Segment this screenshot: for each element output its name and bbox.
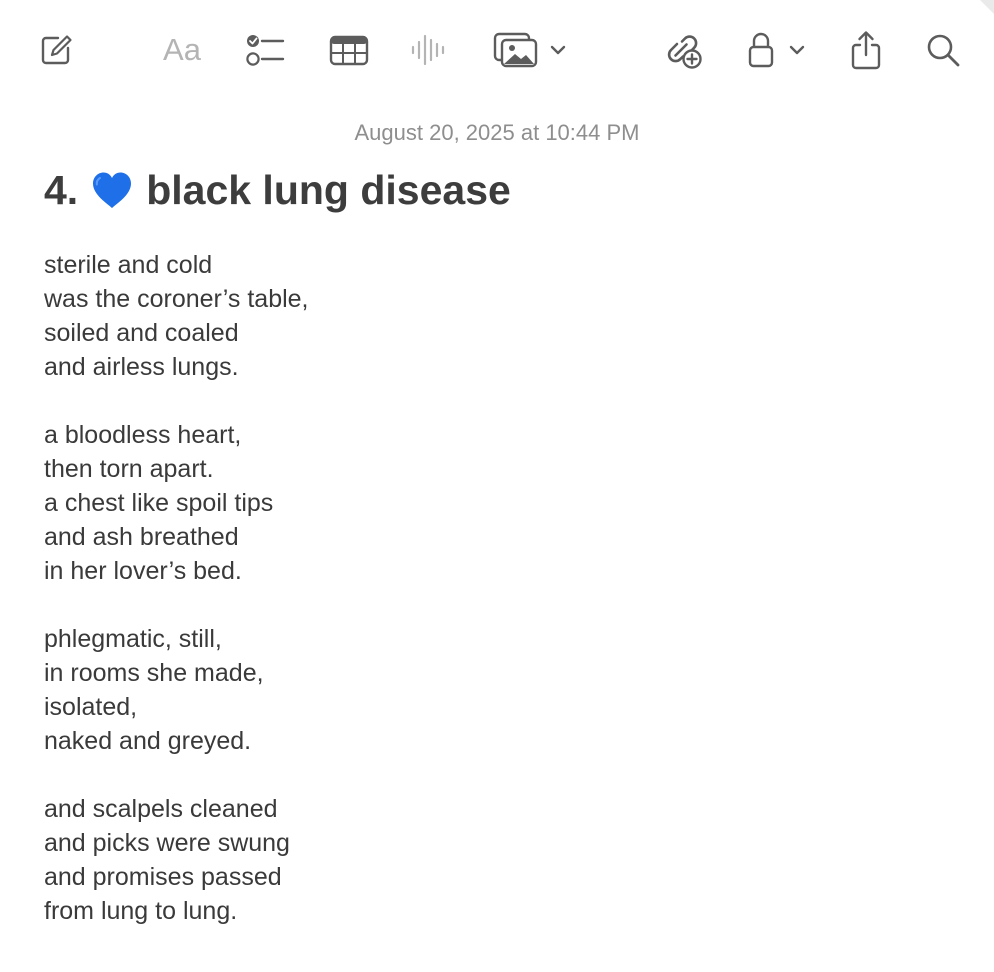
poem-line: and promises passed (44, 863, 282, 891)
text-format-label: Aa (163, 32, 201, 67)
lock-icon (748, 32, 774, 68)
poem-line: from lung to lung. (44, 897, 238, 925)
poem-line: and picks were swung (44, 829, 290, 857)
poem-line: sterile and cold (44, 251, 213, 279)
poem-line: soiled and coaled (44, 319, 239, 347)
note-title[interactable]: 4. black lung disease (44, 166, 511, 214)
link-add-icon (667, 35, 702, 69)
poem-stanza: and scalpels cleaned and picks were swung… (44, 792, 309, 928)
toolbar: Aa (0, 0, 994, 100)
poem-line: naked and greyed. (44, 727, 252, 755)
search-button[interactable] (924, 30, 962, 70)
poem-stanza: a bloodless heart, then torn apart. a ches… (44, 418, 309, 588)
text-format-button[interactable]: Aa (158, 30, 206, 70)
checklist-button[interactable] (244, 30, 286, 70)
poem-line: was the coroner’s table, (44, 285, 309, 313)
media-icon (493, 32, 538, 68)
checklist-icon (246, 35, 285, 66)
poem-line: phlegmatic, still, (44, 625, 222, 653)
chevron-down-icon (550, 45, 566, 55)
share-button[interactable] (848, 30, 884, 70)
poem-line: and ash breathed (44, 523, 239, 551)
note-body[interactable]: sterile and cold was the coroner’s table,… (44, 248, 309, 962)
poem-line: then torn apart. (44, 455, 214, 483)
chevron-down-icon (789, 45, 805, 55)
poem-line: a bloodless heart, (44, 421, 242, 449)
note-date: August 20, 2025 at 10:44 PM (354, 120, 640, 145)
compose-button[interactable] (36, 30, 76, 70)
window-corner (980, 0, 994, 14)
poem-line: in her lover’s bed. (44, 557, 242, 585)
audio-button[interactable] (410, 30, 446, 70)
lock-button[interactable] (748, 30, 812, 70)
table-icon (329, 35, 369, 66)
table-button[interactable] (328, 30, 370, 70)
poem-stanza: phlegmatic, still, in rooms she made, isol… (44, 622, 309, 758)
search-icon (927, 34, 960, 67)
poem-line: and airless lungs. (44, 353, 239, 381)
share-icon (851, 31, 881, 70)
blue-heart-emoji-icon (93, 172, 132, 208)
poem-line: a chest like spoil tips (44, 489, 274, 517)
audio-waveform-icon (411, 34, 445, 66)
title-prefix: 4. (44, 167, 79, 213)
poem-stanza: sterile and cold was the coroner’s table,… (44, 248, 309, 384)
poem-line: and scalpels cleaned (44, 795, 278, 823)
compose-icon (41, 35, 72, 65)
title-text: black lung disease (146, 167, 511, 213)
poem-line: isolated, (44, 693, 138, 721)
media-button[interactable] (493, 30, 573, 70)
poem-line: in rooms she made, (44, 659, 264, 687)
link-add-button[interactable] (660, 30, 704, 70)
